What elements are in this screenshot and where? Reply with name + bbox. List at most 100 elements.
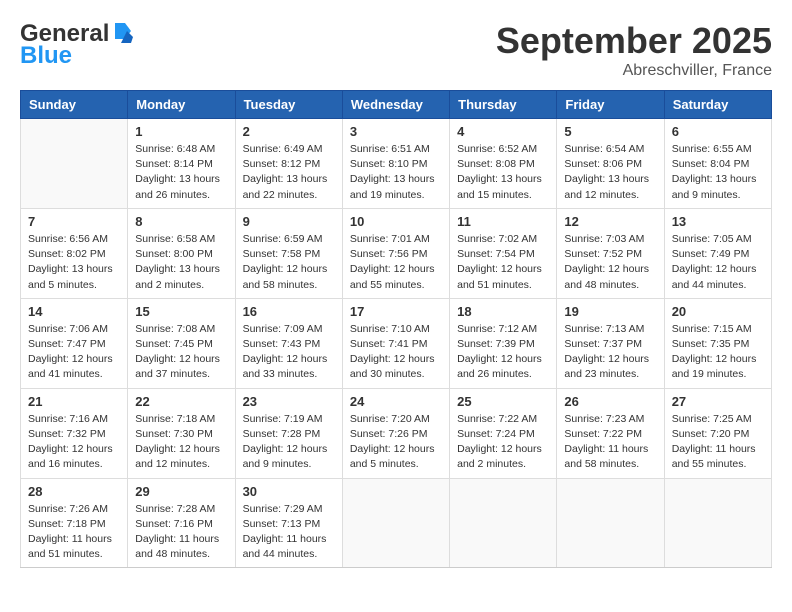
- day-number: 30: [243, 484, 335, 499]
- calendar-cell: 6 Sunrise: 6:55 AM Sunset: 8:04 PM Daylig…: [664, 119, 771, 209]
- header-thursday: Thursday: [450, 91, 557, 119]
- day-number: 6: [672, 124, 764, 139]
- calendar-cell: 22Sunrise: 7:18 AM Sunset: 7:30 PM Dayli…: [128, 388, 235, 478]
- calendar-cell: 16 Sunrise: 7:09 AM Sunset: 7:43 PM Dayli…: [235, 298, 342, 388]
- day-number: 5: [564, 124, 656, 139]
- day-info: Sunrise: 6:55 AM Sunset: 8:04 PM Dayligh…: [672, 142, 764, 203]
- day-info: Sunrise: 6:52 AM Sunset: 8:08 PM Dayligh…: [457, 142, 549, 203]
- day-info: Sunrise: 7:20 AM Sunset: 7:26 PM Dayligh…: [350, 412, 442, 473]
- day-number: 14: [28, 304, 120, 319]
- day-number: 9: [243, 214, 335, 229]
- calendar-cell: 21 Sunrise: 7:16 AM Sunset: 7:32 PM Dayli…: [21, 388, 128, 478]
- calendar-cell: 17Sunrise: 7:10 AM Sunset: 7:41 PM Dayli…: [342, 298, 449, 388]
- calendar-cell: 14 Sunrise: 7:06 AM Sunset: 7:47 PM Dayli…: [21, 298, 128, 388]
- header-friday: Friday: [557, 91, 664, 119]
- day-info: Sunrise: 7:26 AM Sunset: 7:18 PM Dayligh…: [28, 502, 120, 563]
- day-number: 21: [28, 394, 120, 409]
- day-info: Sunrise: 7:19 AM Sunset: 7:28 PM Dayligh…: [243, 412, 335, 473]
- calendar-week-row: 28 Sunrise: 7:26 AM Sunset: 7:18 PM Dayli…: [21, 478, 772, 568]
- calendar-table: SundayMondayTuesdayWednesdayThursdayFrid…: [20, 90, 772, 568]
- header-monday: Monday: [128, 91, 235, 119]
- day-number: 10: [350, 214, 442, 229]
- day-info: Sunrise: 6:51 AM Sunset: 8:10 PM Dayligh…: [350, 142, 442, 203]
- calendar-cell: 20 Sunrise: 7:15 AM Sunset: 7:35 PM Dayli…: [664, 298, 771, 388]
- day-info: Sunrise: 7:18 AM Sunset: 7:30 PM Dayligh…: [135, 412, 227, 473]
- day-number: 23: [243, 394, 335, 409]
- day-info: Sunrise: 7:16 AM Sunset: 7:32 PM Dayligh…: [28, 412, 120, 473]
- calendar-cell: 23 Sunrise: 7:19 AM Sunset: 7:28 PM Dayli…: [235, 388, 342, 478]
- day-number: 1: [135, 124, 227, 139]
- calendar-week-row: 21 Sunrise: 7:16 AM Sunset: 7:32 PM Dayli…: [21, 388, 772, 478]
- logo-icon: [111, 21, 133, 43]
- day-number: 19: [564, 304, 656, 319]
- logo-blue: Blue: [20, 42, 72, 70]
- day-number: 18: [457, 304, 549, 319]
- header-saturday: Saturday: [664, 91, 771, 119]
- logo: General Blue: [20, 20, 133, 70]
- day-number: 11: [457, 214, 549, 229]
- day-info: Sunrise: 7:29 AM Sunset: 7:13 PM Dayligh…: [243, 502, 335, 563]
- calendar-header-row: SundayMondayTuesdayWednesdayThursdayFrid…: [21, 91, 772, 119]
- calendar-cell: 1 Sunrise: 6:48 AM Sunset: 8:14 PM Daylig…: [128, 119, 235, 209]
- day-number: 15: [135, 304, 227, 319]
- day-info: Sunrise: 7:03 AM Sunset: 7:52 PM Dayligh…: [564, 232, 656, 293]
- title-block: September 2025 Abreschviller, France: [496, 20, 772, 80]
- day-info: Sunrise: 6:48 AM Sunset: 8:14 PM Dayligh…: [135, 142, 227, 203]
- calendar-cell: 5 Sunrise: 6:54 AM Sunset: 8:06 PM Daylig…: [557, 119, 664, 209]
- calendar-cell: 15 Sunrise: 7:08 AM Sunset: 7:45 PM Dayli…: [128, 298, 235, 388]
- day-number: 29: [135, 484, 227, 499]
- day-number: 27: [672, 394, 764, 409]
- day-info: Sunrise: 7:08 AM Sunset: 7:45 PM Dayligh…: [135, 322, 227, 383]
- calendar-cell: 10 Sunrise: 7:01 AM Sunset: 7:56 PM Dayli…: [342, 208, 449, 298]
- day-number: 17: [350, 304, 442, 319]
- month-year-title: September 2025: [496, 20, 772, 62]
- day-info: Sunrise: 7:13 AM Sunset: 7:37 PM Dayligh…: [564, 322, 656, 383]
- day-number: 28: [28, 484, 120, 499]
- calendar-week-row: 14 Sunrise: 7:06 AM Sunset: 7:47 PM Dayli…: [21, 298, 772, 388]
- day-number: 2: [243, 124, 335, 139]
- calendar-cell: [557, 478, 664, 568]
- calendar-cell: 19 Sunrise: 7:13 AM Sunset: 7:37 PM Dayli…: [557, 298, 664, 388]
- calendar-cell: 2 Sunrise: 6:49 AM Sunset: 8:12 PM Daylig…: [235, 119, 342, 209]
- day-info: Sunrise: 7:01 AM Sunset: 7:56 PM Dayligh…: [350, 232, 442, 293]
- calendar-week-row: 7 Sunrise: 6:56 AM Sunset: 8:02 PM Daylig…: [21, 208, 772, 298]
- calendar-cell: 7 Sunrise: 6:56 AM Sunset: 8:02 PM Daylig…: [21, 208, 128, 298]
- day-info: Sunrise: 6:54 AM Sunset: 8:06 PM Dayligh…: [564, 142, 656, 203]
- day-number: 3: [350, 124, 442, 139]
- calendar-cell: 18 Sunrise: 7:12 AM Sunset: 7:39 PM Dayli…: [450, 298, 557, 388]
- location-subtitle: Abreschviller, France: [496, 62, 772, 80]
- day-number: 8: [135, 214, 227, 229]
- day-info: Sunrise: 6:56 AM Sunset: 8:02 PM Dayligh…: [28, 232, 120, 293]
- calendar-cell: [21, 119, 128, 209]
- calendar-cell: 8 Sunrise: 6:58 AM Sunset: 8:00 PM Daylig…: [128, 208, 235, 298]
- calendar-cell: 9Sunrise: 6:59 AM Sunset: 7:58 PM Daylig…: [235, 208, 342, 298]
- day-number: 26: [564, 394, 656, 409]
- day-info: Sunrise: 6:58 AM Sunset: 8:00 PM Dayligh…: [135, 232, 227, 293]
- day-info: Sunrise: 7:09 AM Sunset: 7:43 PM Dayligh…: [243, 322, 335, 383]
- calendar-cell: [664, 478, 771, 568]
- day-number: 13: [672, 214, 764, 229]
- calendar-cell: [342, 478, 449, 568]
- day-number: 7: [28, 214, 120, 229]
- calendar-cell: 25Sunrise: 7:22 AM Sunset: 7:24 PM Dayli…: [450, 388, 557, 478]
- day-info: Sunrise: 7:06 AM Sunset: 7:47 PM Dayligh…: [28, 322, 120, 383]
- header-tuesday: Tuesday: [235, 91, 342, 119]
- day-number: 20: [672, 304, 764, 319]
- day-info: Sunrise: 6:49 AM Sunset: 8:12 PM Dayligh…: [243, 142, 335, 203]
- day-number: 24: [350, 394, 442, 409]
- day-number: 16: [243, 304, 335, 319]
- day-info: Sunrise: 7:12 AM Sunset: 7:39 PM Dayligh…: [457, 322, 549, 383]
- calendar-cell: 13 Sunrise: 7:05 AM Sunset: 7:49 PM Dayli…: [664, 208, 771, 298]
- calendar-cell: 30 Sunrise: 7:29 AM Sunset: 7:13 PM Dayli…: [235, 478, 342, 568]
- calendar-cell: 12 Sunrise: 7:03 AM Sunset: 7:52 PM Dayli…: [557, 208, 664, 298]
- page-header: General Blue September 2025 Abreschville…: [20, 20, 772, 80]
- header-wednesday: Wednesday: [342, 91, 449, 119]
- calendar-cell: 28 Sunrise: 7:26 AM Sunset: 7:18 PM Dayli…: [21, 478, 128, 568]
- day-number: 12: [564, 214, 656, 229]
- day-number: 25: [457, 394, 549, 409]
- calendar-week-row: 1 Sunrise: 6:48 AM Sunset: 8:14 PM Daylig…: [21, 119, 772, 209]
- calendar-cell: 3 Sunrise: 6:51 AM Sunset: 8:10 PM Daylig…: [342, 119, 449, 209]
- calendar-cell: 27Sunrise: 7:25 AM Sunset: 7:20 PM Dayli…: [664, 388, 771, 478]
- day-info: Sunrise: 7:15 AM Sunset: 7:35 PM Dayligh…: [672, 322, 764, 383]
- day-info: Sunrise: 7:05 AM Sunset: 7:49 PM Dayligh…: [672, 232, 764, 293]
